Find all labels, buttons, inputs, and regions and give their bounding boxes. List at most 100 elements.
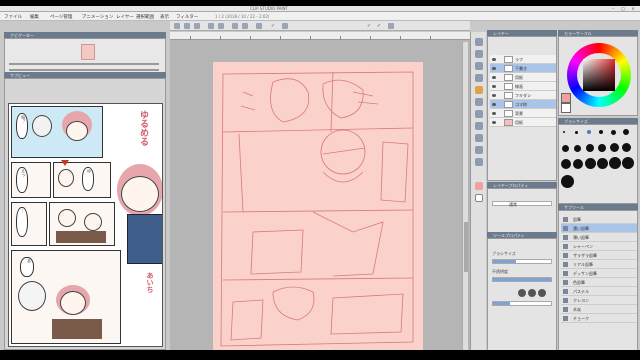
main-color-swatch[interactable] xyxy=(475,182,483,190)
subview-panel: ぬ？ ゆるめる ゆ えっ … あ あいち xyxy=(4,78,166,358)
eye-icon[interactable] xyxy=(492,58,496,61)
deselect-icon[interactable] xyxy=(256,23,262,29)
menu-view[interactable]: 表示 xyxy=(160,14,169,20)
rotate-slider[interactable] xyxy=(9,69,159,71)
brush-size-preset[interactable] xyxy=(622,143,631,152)
new-icon[interactable] xyxy=(174,23,180,29)
check-icon[interactable]: ✓ xyxy=(270,23,276,29)
subtool-item[interactable]: ザラザラ鉛筆 xyxy=(561,251,637,260)
menu-page[interactable]: ページ管理 xyxy=(50,14,72,20)
subtool-item[interactable]: チョーク xyxy=(561,314,637,323)
main-color-swatch[interactable] xyxy=(561,93,571,103)
brush-tool-icon[interactable] xyxy=(475,98,483,106)
ruler-check-icon[interactable]: ✓ xyxy=(376,23,382,29)
stabilization-slider[interactable] xyxy=(492,301,552,306)
redo-icon[interactable] xyxy=(218,23,224,29)
zoom-tool-icon[interactable] xyxy=(475,38,483,46)
brush-size-preset[interactable] xyxy=(598,144,606,152)
layer-row[interactable]: コマ枠 xyxy=(490,100,556,109)
pencil-tool-icon[interactable] xyxy=(475,86,483,94)
layer-row[interactable]: フキダシ xyxy=(490,91,556,100)
brush-shape-icon[interactable] xyxy=(538,289,546,297)
saturation-value-square[interactable] xyxy=(583,59,615,91)
layer-row[interactable]: ラフ xyxy=(490,55,556,64)
brush-size-preset[interactable] xyxy=(587,130,591,134)
brush-size-preset[interactable] xyxy=(610,143,619,152)
brush-size-preset[interactable] xyxy=(586,144,594,152)
ruler-tool-icon[interactable] xyxy=(475,158,483,166)
brush-size-preset[interactable] xyxy=(574,145,581,152)
canvas-page[interactable] xyxy=(213,62,423,358)
subtool-item[interactable]: 色鉛筆 xyxy=(561,278,637,287)
layer-row[interactable]: 用紙 xyxy=(490,73,556,82)
frame-tool-icon[interactable] xyxy=(475,146,483,154)
brush-size-preset[interactable] xyxy=(561,159,571,169)
subtool-label: 薄い鉛筆 xyxy=(573,235,589,240)
sub-color-swatch[interactable] xyxy=(475,194,483,202)
menu-edit[interactable]: 編集 xyxy=(30,14,39,20)
brush-shape-icon[interactable] xyxy=(518,289,526,297)
eyedropper-tool-icon[interactable] xyxy=(475,74,483,82)
subtool-item[interactable]: シャーペン xyxy=(561,242,637,251)
layer-row[interactable]: 用紙 xyxy=(490,118,556,127)
menu-animation[interactable]: アニメーション xyxy=(82,14,113,20)
menu-layer[interactable]: レイヤー xyxy=(116,14,134,20)
brush-size-preset[interactable] xyxy=(561,175,574,188)
layer-row[interactable]: 下書き xyxy=(490,64,556,73)
transform-icon[interactable] xyxy=(242,23,248,29)
brush-size-slider[interactable] xyxy=(492,259,552,264)
subtool-item[interactable]: リアル鉛筆 xyxy=(561,260,637,269)
eye-icon[interactable] xyxy=(492,121,496,124)
snap-check-icon[interactable]: ✓ xyxy=(366,23,372,29)
brush-size-preset[interactable] xyxy=(623,129,629,135)
subtool-item[interactable]: 鉛筆 xyxy=(561,215,637,224)
select-tool-icon[interactable] xyxy=(475,62,483,70)
menu-selection[interactable]: 選択範囲 xyxy=(136,14,154,20)
brush-size-preset[interactable] xyxy=(575,131,578,134)
eye-icon[interactable] xyxy=(492,94,496,97)
clear-icon[interactable] xyxy=(232,23,238,29)
subtool-item[interactable]: 濃い鉛筆 xyxy=(561,224,637,233)
eye-icon[interactable] xyxy=(492,67,496,70)
canvas-vertical-scrollbar[interactable] xyxy=(462,42,468,356)
brush-size-preset[interactable] xyxy=(611,130,616,135)
subtool-item[interactable]: 薄い鉛筆 xyxy=(561,233,637,242)
menu-filter[interactable]: フィルター xyxy=(176,14,198,20)
subtool-item[interactable]: クレヨン xyxy=(561,296,637,305)
brush-size-preset[interactable] xyxy=(573,159,583,169)
subtool-item[interactable]: デッサン鉛筆 xyxy=(561,269,637,278)
undo-icon[interactable] xyxy=(208,23,214,29)
eraser-tool-icon[interactable] xyxy=(475,110,483,118)
grid-icon[interactable] xyxy=(388,23,394,29)
layer-row[interactable]: 背景 xyxy=(490,109,556,118)
menu-file[interactable]: ファイル xyxy=(4,14,22,20)
subtool-item[interactable]: 木炭 xyxy=(561,305,637,314)
open-icon[interactable] xyxy=(184,23,190,29)
brush-size-preset[interactable] xyxy=(597,158,608,169)
eye-icon[interactable] xyxy=(492,76,496,79)
opacity-slider[interactable] xyxy=(492,277,552,282)
fill-tool-icon[interactable] xyxy=(475,122,483,130)
save-icon[interactable] xyxy=(194,23,200,29)
brush-size-preset[interactable] xyxy=(562,145,569,152)
scrollbar-thumb[interactable] xyxy=(464,222,468,272)
eye-icon[interactable] xyxy=(492,103,496,106)
layer-property-panel: 通常 xyxy=(487,188,557,233)
brush-size-preset[interactable] xyxy=(585,158,596,169)
sub-color-swatch[interactable] xyxy=(561,103,571,113)
layer-row[interactable]: 線画 xyxy=(490,82,556,91)
brush-size-preset[interactable] xyxy=(622,157,634,169)
brush-size-preset[interactable] xyxy=(609,157,621,169)
eye-icon[interactable] xyxy=(492,112,496,115)
eye-icon[interactable] xyxy=(492,85,496,88)
move-tool-icon[interactable] xyxy=(475,50,483,58)
brush-size-preset[interactable] xyxy=(599,130,603,134)
zoom-slider[interactable] xyxy=(9,63,159,65)
text-tool-icon[interactable] xyxy=(475,134,483,142)
navigator-preview[interactable] xyxy=(81,44,95,60)
brush-shape-icon[interactable] xyxy=(528,289,536,297)
blend-mode-select[interactable]: 通常 xyxy=(492,201,552,207)
subtool-item[interactable]: パステル xyxy=(561,287,637,296)
brush-size-preset[interactable] xyxy=(563,131,565,133)
snap-icon[interactable] xyxy=(282,23,288,29)
